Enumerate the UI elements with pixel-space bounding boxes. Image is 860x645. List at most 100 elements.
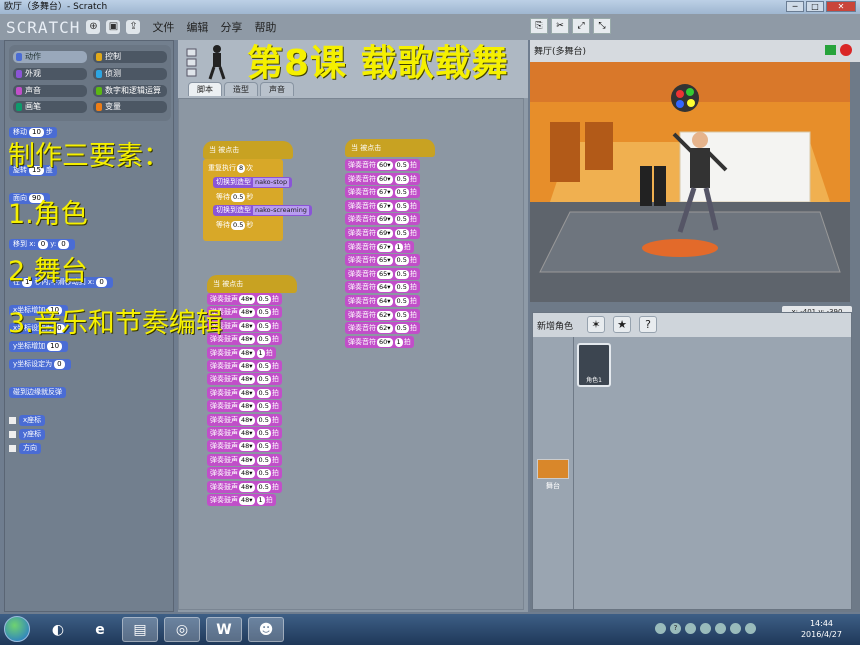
- random-sprite-icon[interactable]: ?: [639, 316, 657, 333]
- stop-sign-icon[interactable]: [840, 44, 852, 56]
- beat-value[interactable]: 0.5: [256, 455, 271, 465]
- menu-file[interactable]: 文件: [152, 19, 174, 35]
- paint-app-icon[interactable]: ◐: [40, 617, 76, 642]
- block-set-y[interactable]: y坐标设定为 0: [9, 359, 71, 370]
- note-dropdown[interactable]: 65▾: [377, 256, 393, 266]
- beat-value[interactable]: 0.5: [256, 308, 271, 318]
- note-dropdown[interactable]: 64▾: [377, 283, 393, 293]
- block-change-y[interactable]: y坐标增加 10: [9, 341, 69, 352]
- beat-value[interactable]: 0.5: [394, 188, 409, 198]
- play-drum-block[interactable]: 弹奏鼓声 48▾ 0.5 拍: [207, 386, 282, 399]
- drum-dropdown[interactable]: 48▾: [239, 496, 255, 505]
- block-bounce[interactable]: 碰到边缘就反弹: [9, 387, 66, 398]
- menu-edit[interactable]: 编辑: [186, 19, 208, 35]
- play-drum-block[interactable]: 弹奏鼓声 48▾ 0.5 拍: [207, 453, 282, 466]
- beat-value[interactable]: 0.5: [256, 482, 271, 492]
- beat-value[interactable]: 0.5: [256, 362, 271, 371]
- play-note-block[interactable]: 弹奏音符 62▾ 0.5 拍: [345, 308, 420, 321]
- block-value[interactable]: 0: [37, 240, 49, 249]
- green-flag-icon[interactable]: [825, 45, 836, 55]
- network-icon[interactable]: [730, 623, 741, 634]
- play-note-block[interactable]: 弹奏音符 64▾ 0.5 拍: [345, 281, 420, 294]
- play-drum-block[interactable]: 弹奏鼓声 48▾ 1 拍: [207, 494, 276, 506]
- beat-value[interactable]: 0.5: [394, 256, 409, 266]
- globe-icon[interactable]: ⊕: [86, 20, 101, 34]
- share-icon[interactable]: ⇪: [126, 20, 141, 34]
- costume-dropdown[interactable]: nako-screaming: [253, 206, 309, 215]
- save-icon[interactable]: ▣: [106, 20, 121, 34]
- choose-sprite-icon[interactable]: ★: [613, 316, 631, 333]
- category-variables[interactable]: 变量: [93, 101, 167, 114]
- word-icon[interactable]: W: [206, 617, 242, 642]
- stage-thumbnail[interactable]: 舞台: [535, 459, 571, 493]
- maximize-button[interactable]: □: [806, 1, 824, 12]
- beat-value[interactable]: 0.5: [256, 429, 271, 438]
- play-note-block[interactable]: 弹奏音符 62▾ 0.5 拍: [345, 322, 420, 335]
- play-note-block[interactable]: 弹奏音符 65▾ 0.5 拍: [345, 254, 420, 267]
- when-flag-clicked-hat[interactable]: 当 被点击: [203, 141, 293, 159]
- block-value2[interactable]: 0: [58, 240, 69, 249]
- play-note-block[interactable]: 弹奏音符 67▾ 0.5 拍: [345, 199, 420, 212]
- note-dropdown[interactable]: 64▾: [377, 297, 393, 306]
- drum-dropdown[interactable]: 48▾: [239, 455, 255, 465]
- reporter-x[interactable]: x座标: [9, 415, 46, 426]
- beat-value[interactable]: 1: [394, 242, 403, 252]
- category-motion[interactable]: 动作: [13, 51, 87, 63]
- category-pen[interactable]: 画笔: [13, 101, 87, 114]
- block-value2[interactable]: 0: [96, 278, 107, 287]
- note-dropdown[interactable]: 65▾: [377, 269, 393, 279]
- drum-dropdown[interactable]: 48▾: [239, 335, 255, 345]
- scissors-icon[interactable]: ✂: [551, 18, 569, 34]
- play-drum-block[interactable]: 弹奏鼓声 48▾ 0.5 拍: [207, 440, 282, 453]
- play-drum-block[interactable]: 弹奏鼓声 48▾ 0.5 拍: [207, 400, 282, 413]
- checkbox-icon[interactable]: [9, 416, 16, 424]
- beat-value[interactable]: 0.5: [394, 269, 409, 279]
- script-area[interactable]: 当 被点击 重复执行 8 次 切换到造型 nako-stop 等待 0.5 秒 切换到造型…: [178, 98, 524, 610]
- drum-dropdown[interactable]: 48▾: [239, 375, 255, 385]
- language-icon[interactable]: [685, 623, 696, 634]
- beat-value[interactable]: 0.5: [394, 283, 409, 293]
- note-dropdown[interactable]: 67▾: [377, 242, 393, 252]
- block-value[interactable]: 0: [54, 360, 65, 369]
- note-dropdown[interactable]: 60▾: [377, 174, 393, 184]
- beat-value[interactable]: 0.5: [394, 174, 409, 184]
- category-control[interactable]: 控制: [93, 51, 167, 63]
- play-note-block[interactable]: 弹奏音符 60▾ 0.5 拍: [345, 172, 420, 185]
- note-dropdown[interactable]: 69▾: [377, 229, 393, 238]
- play-drum-block[interactable]: 弹奏鼓声 48▾ 0.5 拍: [207, 427, 282, 439]
- play-note-block[interactable]: 弹奏音符 67▾ 1 拍: [345, 240, 414, 253]
- drum-dropdown[interactable]: 48▾: [239, 415, 255, 425]
- tab-scripts[interactable]: 脚本: [188, 82, 222, 96]
- wait-value[interactable]: 0.5: [231, 193, 246, 202]
- switch-costume-block[interactable]: 切换到造型 nako-stop: [213, 177, 293, 188]
- beat-value[interactable]: 0.5: [256, 388, 271, 398]
- drum-dropdown[interactable]: 48▾: [239, 348, 255, 358]
- category-sensing[interactable]: 侦测: [93, 67, 167, 80]
- beat-value[interactable]: 1: [394, 337, 403, 347]
- reporter-direction[interactable]: 方向: [9, 443, 41, 454]
- drum-dropdown[interactable]: 48▾: [239, 402, 255, 412]
- beat-value[interactable]: 0.5: [394, 310, 409, 320]
- beat-value[interactable]: 0.5: [256, 335, 271, 345]
- repeat-count[interactable]: 8: [237, 164, 246, 173]
- play-note-block[interactable]: 弹奏音符 64▾ 0.5 拍: [345, 295, 420, 307]
- beat-value[interactable]: 0.5: [394, 161, 409, 170]
- stage-canvas[interactable]: [530, 62, 850, 302]
- beat-value[interactable]: 0.5: [256, 442, 271, 452]
- beat-value[interactable]: 0.5: [256, 321, 271, 331]
- category-sound[interactable]: 声音: [13, 84, 87, 97]
- beat-value[interactable]: 1: [256, 348, 265, 358]
- play-note-block[interactable]: 弹奏音符 65▾ 0.5 拍: [345, 267, 420, 280]
- drum-dropdown[interactable]: 48▾: [239, 388, 255, 398]
- beat-value[interactable]: 0.5: [394, 297, 409, 306]
- drum-dropdown[interactable]: 48▾: [239, 308, 255, 318]
- note-dropdown[interactable]: 60▾: [377, 337, 393, 347]
- play-note-block[interactable]: 弹奏音符 67▾ 0.5 拍: [345, 186, 420, 199]
- repeat-header[interactable]: 重复执行 8 次: [205, 162, 257, 174]
- play-drum-block[interactable]: 弹奏鼓声 48▾ 1 拍: [207, 346, 276, 359]
- when-flag-clicked-hat[interactable]: 当 被点击: [207, 275, 297, 293]
- play-drum-block[interactable]: 弹奏鼓声 48▾ 0.5 拍: [207, 467, 282, 480]
- play-note-block[interactable]: 弹奏音符 69▾ 0.5 拍: [345, 213, 420, 226]
- play-drum-block[interactable]: 弹奏鼓声 48▾ 0.5 拍: [207, 480, 282, 493]
- beat-value[interactable]: 0.5: [394, 229, 409, 238]
